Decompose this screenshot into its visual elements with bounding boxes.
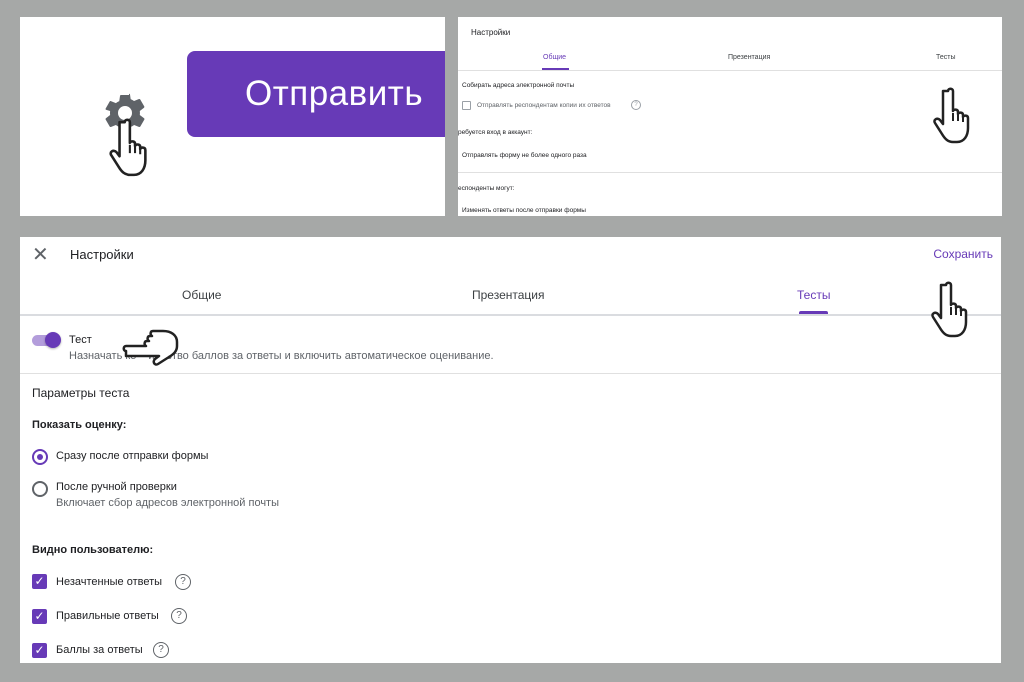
requires-login-label: ребуется вход в аккаунт: <box>458 129 533 136</box>
show-grade-label: Показать оценку: <box>32 419 127 431</box>
close-icon[interactable]: ✕ <box>32 245 49 265</box>
tab-presentation[interactable]: Презентация <box>472 288 545 302</box>
checkbox-icon[interactable]: ✓ <box>32 609 47 624</box>
grade-option-immediate-radio[interactable] <box>32 449 48 465</box>
divider <box>20 314 1001 316</box>
help-icon[interactable]: ? <box>175 574 191 590</box>
pointer-hand-icon <box>109 118 147 177</box>
settings-title: Настройки <box>471 28 511 37</box>
panel-general-settings-preview: Настройки Общие Презентация Тесты Собира… <box>458 17 1002 216</box>
pointer-hand-icon <box>931 281 968 338</box>
edit-after-label: Изменять ответы после отправки формы <box>462 207 586 214</box>
quiz-toggle-knob[interactable] <box>45 332 61 348</box>
collect-emails-label: Собирать адреса электронной почты <box>462 82 575 89</box>
correct-answers-label: Правильные ответы <box>56 610 159 622</box>
grade-option-immediate-label: Сразу после отправки формы <box>56 450 209 462</box>
send-copies-label: Отправлять респондентам копии их ответов <box>477 102 611 109</box>
divider <box>458 172 1002 173</box>
settings-title: Настройки <box>70 247 134 262</box>
tab-general[interactable]: Общие <box>182 288 221 302</box>
tab-general[interactable]: Общие <box>543 54 566 61</box>
tab-tests[interactable]: Тесты <box>936 54 956 61</box>
respondents-can-label: еспонденты могут: <box>458 185 515 192</box>
point-values-label: Баллы за ответы <box>56 644 143 656</box>
section-title: Параметры теста <box>32 386 130 400</box>
grade-option-manual-radio[interactable] <box>32 481 48 497</box>
visible-label: Видно пользователю: <box>32 544 154 556</box>
checkbox-icon[interactable]: ✓ <box>32 643 47 658</box>
panel-send-settings: Отправить <box>20 17 445 216</box>
tab-tests[interactable]: Тесты <box>797 288 830 302</box>
send-copies-checkbox[interactable] <box>462 101 471 110</box>
help-icon[interactable]: ? <box>153 642 169 658</box>
tab-presentation[interactable]: Презентация <box>728 54 770 61</box>
missed-answers-label: Незачтенные ответы <box>56 576 163 588</box>
pointer-hand-icon <box>933 87 970 144</box>
send-button[interactable]: Отправить <box>187 51 445 137</box>
grade-option-manual-hint: Включает сбор адресов электронной почты <box>56 497 279 509</box>
limit-one-label: Отправлять форму не более одного раза <box>462 152 587 159</box>
help-icon[interactable]: ? <box>171 608 187 624</box>
divider <box>458 70 1002 71</box>
checkbox-icon[interactable]: ✓ <box>32 574 47 589</box>
quiz-description-end: ичество баллов за ответы и включить авто… <box>148 350 494 362</box>
divider <box>20 373 1001 374</box>
help-icon[interactable]: ? <box>631 100 641 110</box>
grade-option-manual-label: После ручной проверки <box>56 481 177 493</box>
panel-quiz-settings: ✕ Настройки Сохранить Общие Презентация … <box>20 237 1001 663</box>
quiz-toggle-label: Тест <box>69 334 92 346</box>
save-button[interactable]: Сохранить <box>933 247 993 261</box>
pointer-hand-icon <box>122 329 179 366</box>
